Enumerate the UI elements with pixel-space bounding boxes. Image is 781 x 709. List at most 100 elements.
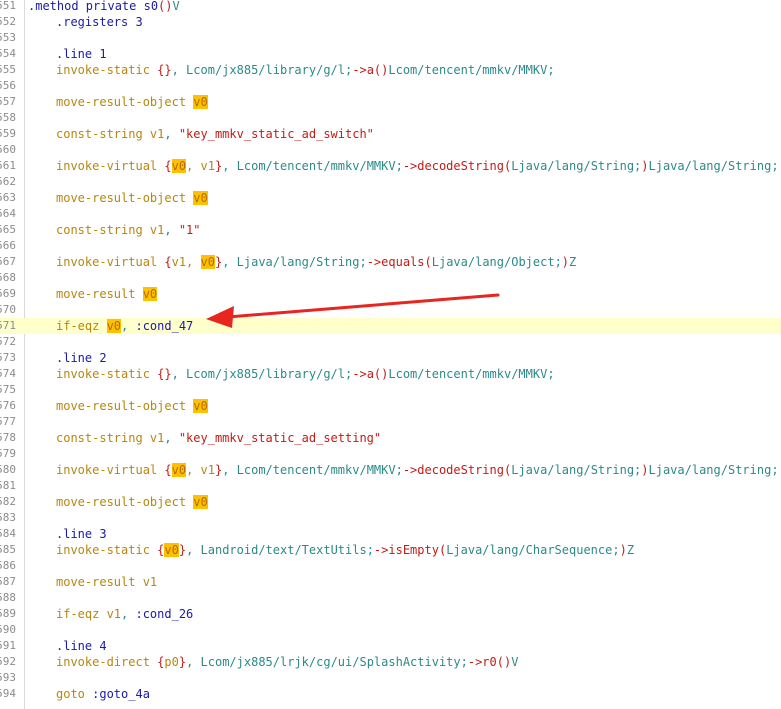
code-line[interactable]: 572 xyxy=(0,334,781,350)
code-token: { xyxy=(164,463,172,477)
code-line[interactable]: 577 xyxy=(0,414,781,430)
line-number: 581 xyxy=(0,479,16,492)
code-line[interactable]: 573 .line 2 xyxy=(0,350,781,366)
code-token: Ljava/lang/CharSequence; xyxy=(446,543,620,557)
line-number: 558 xyxy=(0,111,16,124)
code-line[interactable]: 588 xyxy=(0,590,781,606)
code-line[interactable]: 568 xyxy=(0,270,781,286)
code-line[interactable]: 551 .method private s0()V xyxy=(0,0,781,14)
code-token: equals xyxy=(381,255,425,269)
code-line[interactable]: 579 xyxy=(0,446,781,462)
code-text: .line 1 xyxy=(28,46,107,62)
code-line[interactable]: 560 xyxy=(0,142,781,158)
code-token: invoke-static xyxy=(56,543,158,557)
code-line[interactable]: 567 invoke-virtual {v1, v0}, Ljava/lang/S… xyxy=(0,254,781,270)
code-token: "1" xyxy=(178,223,201,237)
code-line[interactable]: 555 invoke-static {}, Lcom/jx885/library/… xyxy=(0,62,781,78)
code-token: invoke-virtual xyxy=(56,159,165,173)
line-number: 562 xyxy=(0,175,16,188)
code-line[interactable]: 591 .line 4 xyxy=(0,638,781,654)
code-line[interactable]: 570 xyxy=(0,302,781,318)
line-number: 586 xyxy=(0,559,16,572)
code-token: p0 xyxy=(164,655,179,669)
line-number: 563 xyxy=(0,191,16,204)
code-line[interactable]: 586 xyxy=(0,558,781,574)
code-token: Ljava/lang/Object; xyxy=(431,255,562,269)
code-line[interactable]: 580 invoke-virtual {v0, v1}, Lcom/tencent… xyxy=(0,462,781,478)
code-token: if-eqz xyxy=(56,319,107,333)
code-line[interactable]: 559 const-string v1, "key_mmkv_static_ad_… xyxy=(0,126,781,142)
code-line[interactable]: 566 xyxy=(0,238,781,254)
code-line[interactable]: 565 const-string v1, "1" xyxy=(0,222,781,238)
code-line[interactable]: 583 xyxy=(0,510,781,526)
code-token: Ljava/lang/String; xyxy=(511,159,642,173)
code-token: Lcom/tencent/mmkv/MMKV; xyxy=(388,63,555,77)
line-number: 589 xyxy=(0,607,16,620)
code-line[interactable]: 557 move-result-object v0 xyxy=(0,94,781,110)
code-line[interactable]: 561 invoke-virtual {v0, v1}, Lcom/tencent… xyxy=(0,158,781,174)
code-line[interactable]: 554 .line 1 xyxy=(0,46,781,62)
line-number: 580 xyxy=(0,463,16,476)
code-token: a xyxy=(366,367,374,381)
line-number: 591 xyxy=(0,639,16,652)
code-token: .line 4 xyxy=(56,639,107,653)
code-line[interactable]: 590 xyxy=(0,622,781,638)
code-editor[interactable]: 551.method private s0()V552.registers 35… xyxy=(0,0,781,709)
code-token: decodeString xyxy=(417,159,504,173)
code-line[interactable]: 593 xyxy=(0,670,781,686)
code-token: move-result xyxy=(56,287,143,301)
code-token: "key_mmkv_static_ad_switch" xyxy=(178,127,374,141)
code-token: } xyxy=(178,543,187,557)
code-line[interactable]: 589 if-eqz v1, :cond_26 xyxy=(0,606,781,622)
code-token: -> xyxy=(402,463,418,477)
code-token: , Lcom/jx885/library/g/l; xyxy=(171,367,353,381)
code-token: :goto_4a xyxy=(92,687,150,701)
code-token: Lcom/tencent/mmkv/MMKV; xyxy=(388,367,555,381)
line-number: 554 xyxy=(0,47,16,60)
line-number: 571 xyxy=(0,319,16,332)
code-line[interactable]: 564 xyxy=(0,206,781,222)
line-number: 587 xyxy=(0,575,16,588)
code-line[interactable]: 576 move-result-object v0 xyxy=(0,398,781,414)
code-line[interactable]: 585 invoke-static {v0}, Landroid/text/Tex… xyxy=(0,542,781,558)
code-line[interactable]: 574 invoke-static {}, Lcom/jx885/library/… xyxy=(0,366,781,382)
code-token: , Ljava/lang/String; xyxy=(222,255,367,269)
code-token: :cond_47 xyxy=(135,319,194,333)
code-token: , xyxy=(164,127,179,141)
code-token: move-result-object xyxy=(56,399,194,413)
code-token: v1 xyxy=(149,127,165,141)
code-token: const-string xyxy=(56,223,150,237)
code-text: goto :goto_4a xyxy=(28,686,150,702)
code-line[interactable]: 552 .registers 3 xyxy=(0,14,781,30)
code-token: , v1 xyxy=(186,463,215,477)
code-token: , Landroid/text/TextUtils; xyxy=(186,543,374,557)
code-line[interactable]: 575 xyxy=(0,382,781,398)
code-token: r0 xyxy=(482,655,497,669)
code-text: .registers 3 xyxy=(28,14,143,30)
code-text: invoke-static {}, Lcom/jx885/library/g/l… xyxy=(28,62,555,78)
code-line[interactable]: 582 move-result-object v0 xyxy=(0,494,781,510)
code-token: if-eqz xyxy=(56,607,107,621)
code-line[interactable]: 581 xyxy=(0,478,781,494)
code-text: const-string v1, "1" xyxy=(28,222,201,238)
line-number: 560 xyxy=(0,143,16,156)
code-token: -> xyxy=(467,655,483,669)
code-line[interactable]: 594 goto :goto_4a xyxy=(0,686,781,702)
code-text: move-result v0 xyxy=(28,286,158,302)
code-line[interactable]: 562 xyxy=(0,174,781,190)
line-number: 579 xyxy=(0,447,16,460)
code-line[interactable]: 553 xyxy=(0,30,781,46)
code-line[interactable]: 569 move-result v0 xyxy=(0,286,781,302)
code-line[interactable]: 571 if-eqz v0, :cond_47 xyxy=(0,318,781,334)
code-token: v0 xyxy=(171,463,187,477)
code-line[interactable]: 563 move-result-object v0 xyxy=(0,190,781,206)
code-line[interactable]: 558 xyxy=(0,110,781,126)
line-number: 552 xyxy=(0,15,16,28)
code-token: {} xyxy=(157,63,172,77)
code-line[interactable]: 556 xyxy=(0,78,781,94)
code-token: v1 xyxy=(149,431,165,445)
code-line[interactable]: 584 .line 3 xyxy=(0,526,781,542)
code-line[interactable]: 592 invoke-direct {p0}, Lcom/jx885/lrjk/c… xyxy=(0,654,781,670)
code-line[interactable]: 587 move-result v1 xyxy=(0,574,781,590)
code-line[interactable]: 578 const-string v1, "key_mmkv_static_ad_… xyxy=(0,430,781,446)
